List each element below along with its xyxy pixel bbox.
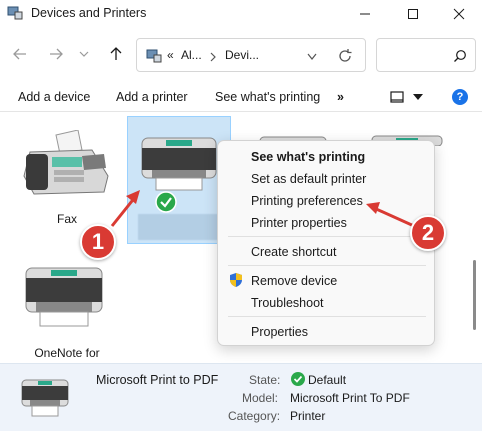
- annotation-badge-2: 2: [410, 215, 446, 251]
- annotation-arrowhead-2: [366, 202, 380, 214]
- details-category-label: Category:: [228, 409, 281, 423]
- annotation-arrow-2: [373, 206, 415, 228]
- details-pane: Microsoft Print to PDF State: Default Mo…: [0, 363, 482, 431]
- details-model-label: Model:: [242, 391, 279, 405]
- details-model-value: Microsoft Print To PDF: [290, 391, 410, 405]
- annotation-badge-1: 1: [80, 224, 116, 260]
- details-category-value: Printer: [290, 409, 326, 423]
- details-device-name: Microsoft Print to PDF: [96, 373, 219, 387]
- printer-icon: [21, 379, 69, 417]
- default-checkmark-icon: [291, 372, 305, 386]
- details-state-label: State:: [249, 373, 281, 387]
- details-state-value: Default: [308, 373, 347, 387]
